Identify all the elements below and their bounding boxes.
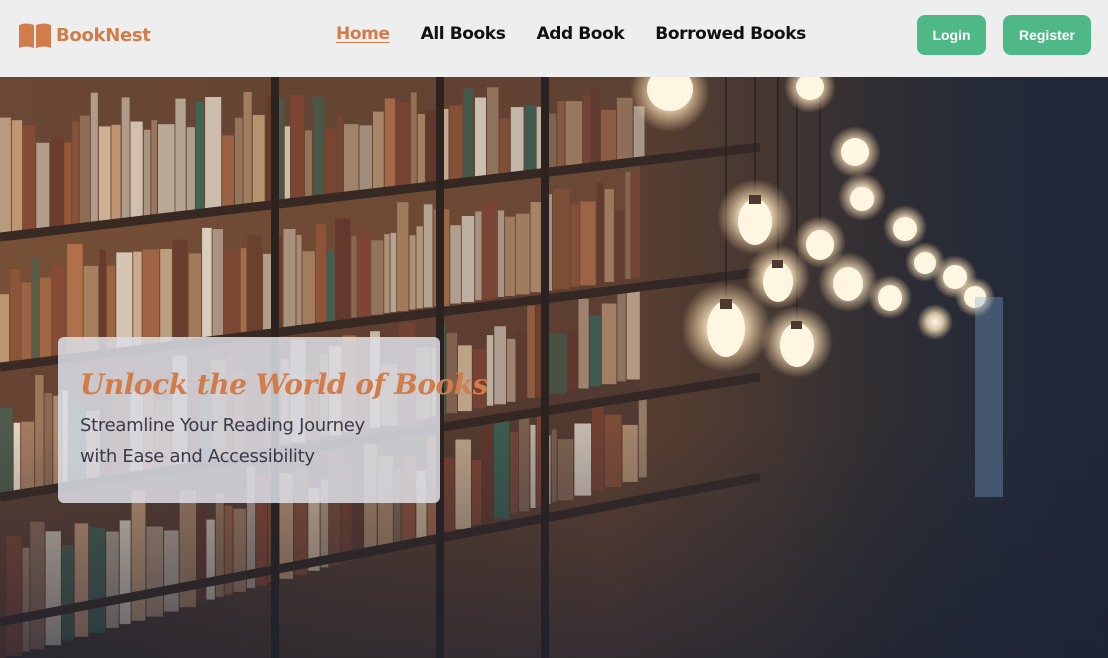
main-nav: Home All Books Add Book Borrowed Books (336, 23, 806, 45)
navbar: BookNest Home All Books Add Book Borrowe… (0, 0, 1108, 77)
nav-link-home[interactable]: Home (336, 23, 390, 45)
hero-subtitle: Streamline Your Reading Journey with Eas… (80, 415, 365, 467)
hero-banner: Unlock the World of Books Streamline You… (0, 77, 1108, 658)
nav-link-add-book[interactable]: Add Book (536, 23, 624, 45)
open-book-icon (18, 22, 52, 49)
brand-logo-link[interactable]: BookNest (18, 22, 151, 49)
login-button[interactable]: Login (917, 15, 986, 55)
hero-card: Unlock the World of Books Streamline You… (58, 337, 488, 503)
register-button[interactable]: Register (1003, 15, 1091, 55)
hero-title: Unlock the World of Books (80, 368, 488, 401)
nav-link-all-books[interactable]: All Books (421, 23, 506, 45)
brand-name: BookNest (56, 25, 151, 46)
nav-link-borrowed-books[interactable]: Borrowed Books (655, 23, 806, 45)
